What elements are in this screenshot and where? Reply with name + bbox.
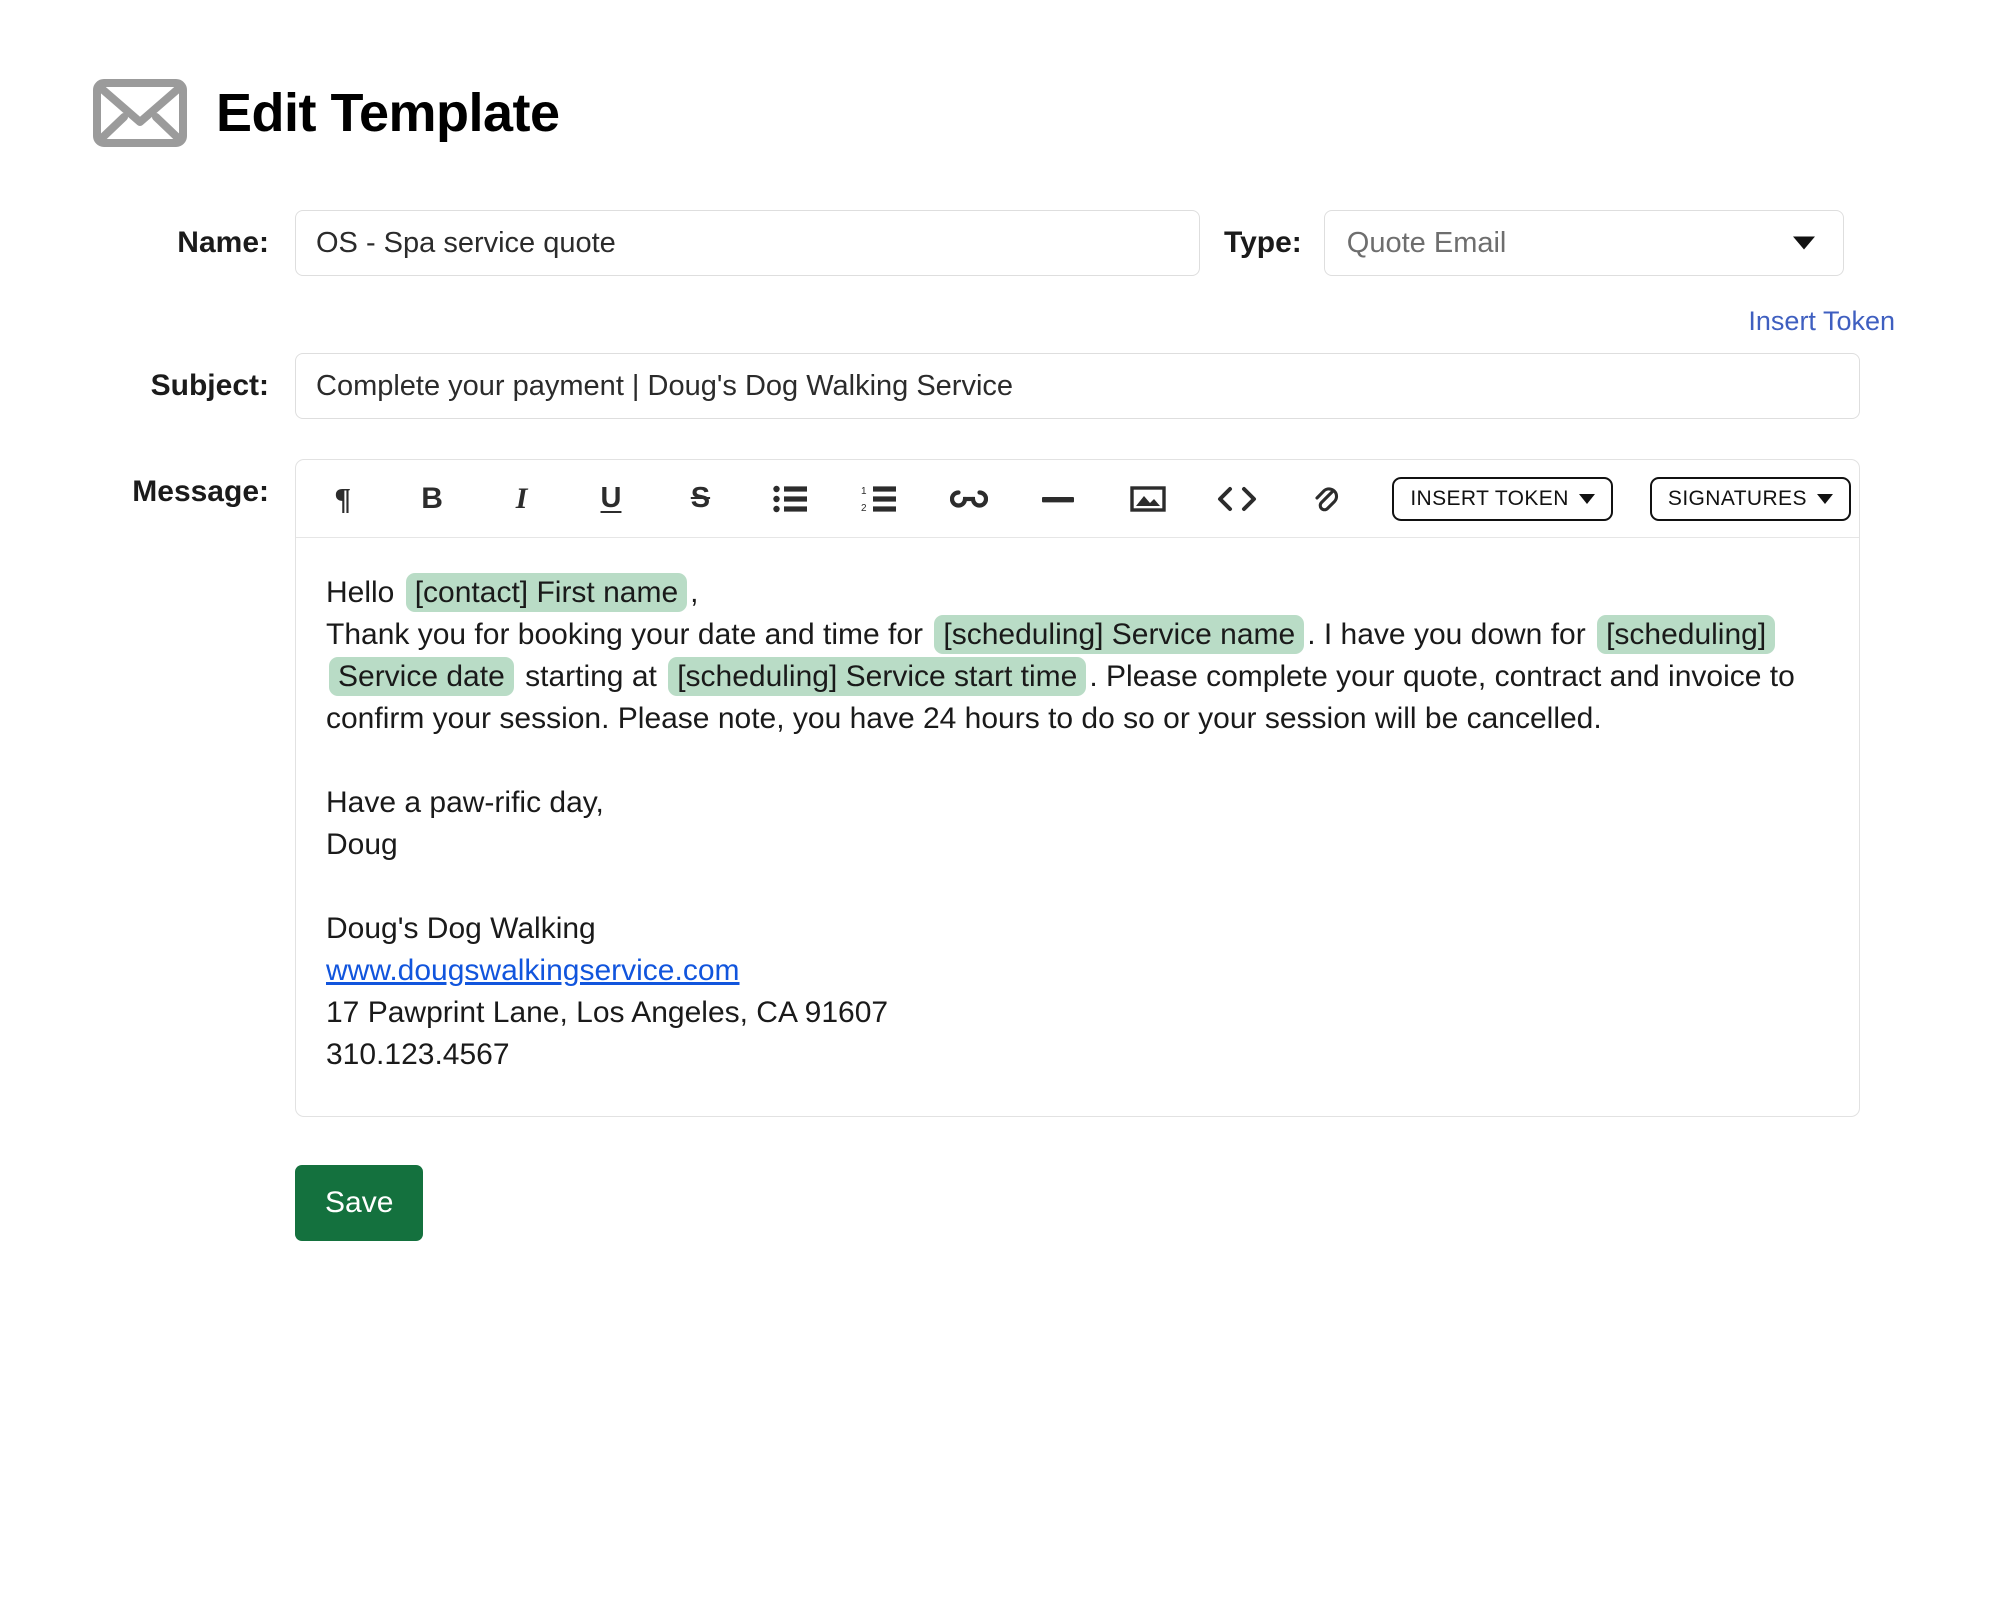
page-header: Edit Template	[0, 0, 2000, 148]
envelope-icon	[92, 78, 188, 148]
signature-address: 17 Pawprint Lane, Los Angeles, CA 91607	[326, 996, 889, 1029]
page-title: Edit Template	[216, 83, 560, 143]
signature-website: www.dougswalkingservice.com	[326, 950, 1829, 992]
link-icon[interactable]	[940, 468, 997, 530]
subject-row: Subject:	[0, 353, 2000, 419]
token-contact-first-name[interactable]: [contact] First name	[405, 573, 688, 612]
paragraph-icon[interactable]: ¶	[314, 468, 371, 530]
insert-token-link-row: Insert Token	[0, 306, 2000, 337]
chevron-down-icon	[1816, 493, 1833, 504]
message-line-greeting: Hello [contact] First name,	[326, 572, 1829, 614]
token-service-name[interactable]: [scheduling] Service name	[934, 615, 1305, 654]
svg-text:2: 2	[861, 503, 867, 513]
greeting-comma: ,	[690, 576, 699, 609]
horizontal-rule-icon[interactable]	[1030, 468, 1087, 530]
underline-icon[interactable]: U	[582, 468, 639, 530]
signatures-button-label: SIGNATURES	[1667, 486, 1807, 510]
bold-icon[interactable]: B	[403, 468, 460, 530]
image-icon[interactable]	[1119, 468, 1176, 530]
token-service-start-time[interactable]: [scheduling] Service start time	[668, 657, 1087, 696]
signature-phone: 310.123.4567	[326, 1038, 510, 1071]
greeting-text: Hello	[326, 576, 395, 609]
save-row: Save	[0, 1165, 2000, 1241]
type-select[interactable]: Quote Email	[1323, 210, 1844, 276]
type-label: Type:	[1224, 226, 1302, 259]
name-input[interactable]	[295, 210, 1200, 276]
template-form: Name: Type: Quote Email Insert Token Sub…	[0, 210, 2000, 1241]
booking-text-c: starting at	[525, 660, 657, 693]
signature-website-link[interactable]: www.dougswalkingservice.com	[326, 954, 740, 987]
message-body[interactable]: Hello [contact] First name, Thank you fo…	[296, 538, 1859, 1116]
chevron-down-icon	[1578, 493, 1595, 504]
message-line-booking: Thank you for booking your date and time…	[326, 614, 1829, 740]
strikethrough-icon[interactable]: S	[672, 468, 729, 530]
message-label: Message:	[132, 475, 269, 508]
attachment-icon[interactable]	[1298, 468, 1355, 530]
insert-token-button-label: INSERT TOKEN	[1410, 486, 1569, 510]
signature-company: Doug's Dog Walking	[326, 912, 596, 945]
type-select-value: Quote Email	[1346, 227, 1507, 259]
message-editor: ¶ B I U S 1 2 INSERT TOKEN SIGNATURES He…	[295, 459, 1860, 1117]
message-signoff: Have a paw-rific day,	[326, 786, 604, 819]
italic-icon[interactable]: I	[493, 468, 550, 530]
insert-token-link[interactable]: Insert Token	[1748, 306, 1895, 337]
subject-label: Subject:	[150, 369, 269, 402]
subject-input[interactable]	[295, 353, 1860, 419]
message-spacer-2	[326, 866, 1829, 908]
chevron-down-icon	[1792, 236, 1815, 250]
numbered-list-icon[interactable]: 1 2	[851, 468, 908, 530]
bullet-list-icon[interactable]	[761, 468, 818, 530]
name-label: Name:	[177, 226, 269, 259]
signatures-button[interactable]: SIGNATURES	[1649, 476, 1851, 521]
booking-text-a: Thank you for booking your date and time…	[326, 618, 924, 651]
editor-toolbar: ¶ B I U S 1 2 INSERT TOKEN SIGNATURES	[296, 460, 1859, 538]
svg-text:1: 1	[861, 486, 867, 497]
message-signer: Doug	[326, 828, 398, 861]
message-row: Message: ¶ B I U S 1 2 INSERT TOKEN SIGN…	[0, 459, 2000, 1117]
save-button[interactable]: Save	[295, 1165, 424, 1241]
name-type-row: Name: Type: Quote Email	[0, 210, 2000, 276]
insert-token-button[interactable]: INSERT TOKEN	[1392, 476, 1613, 521]
booking-text-b: . I have you down for	[1307, 618, 1586, 651]
code-icon[interactable]	[1208, 468, 1265, 530]
